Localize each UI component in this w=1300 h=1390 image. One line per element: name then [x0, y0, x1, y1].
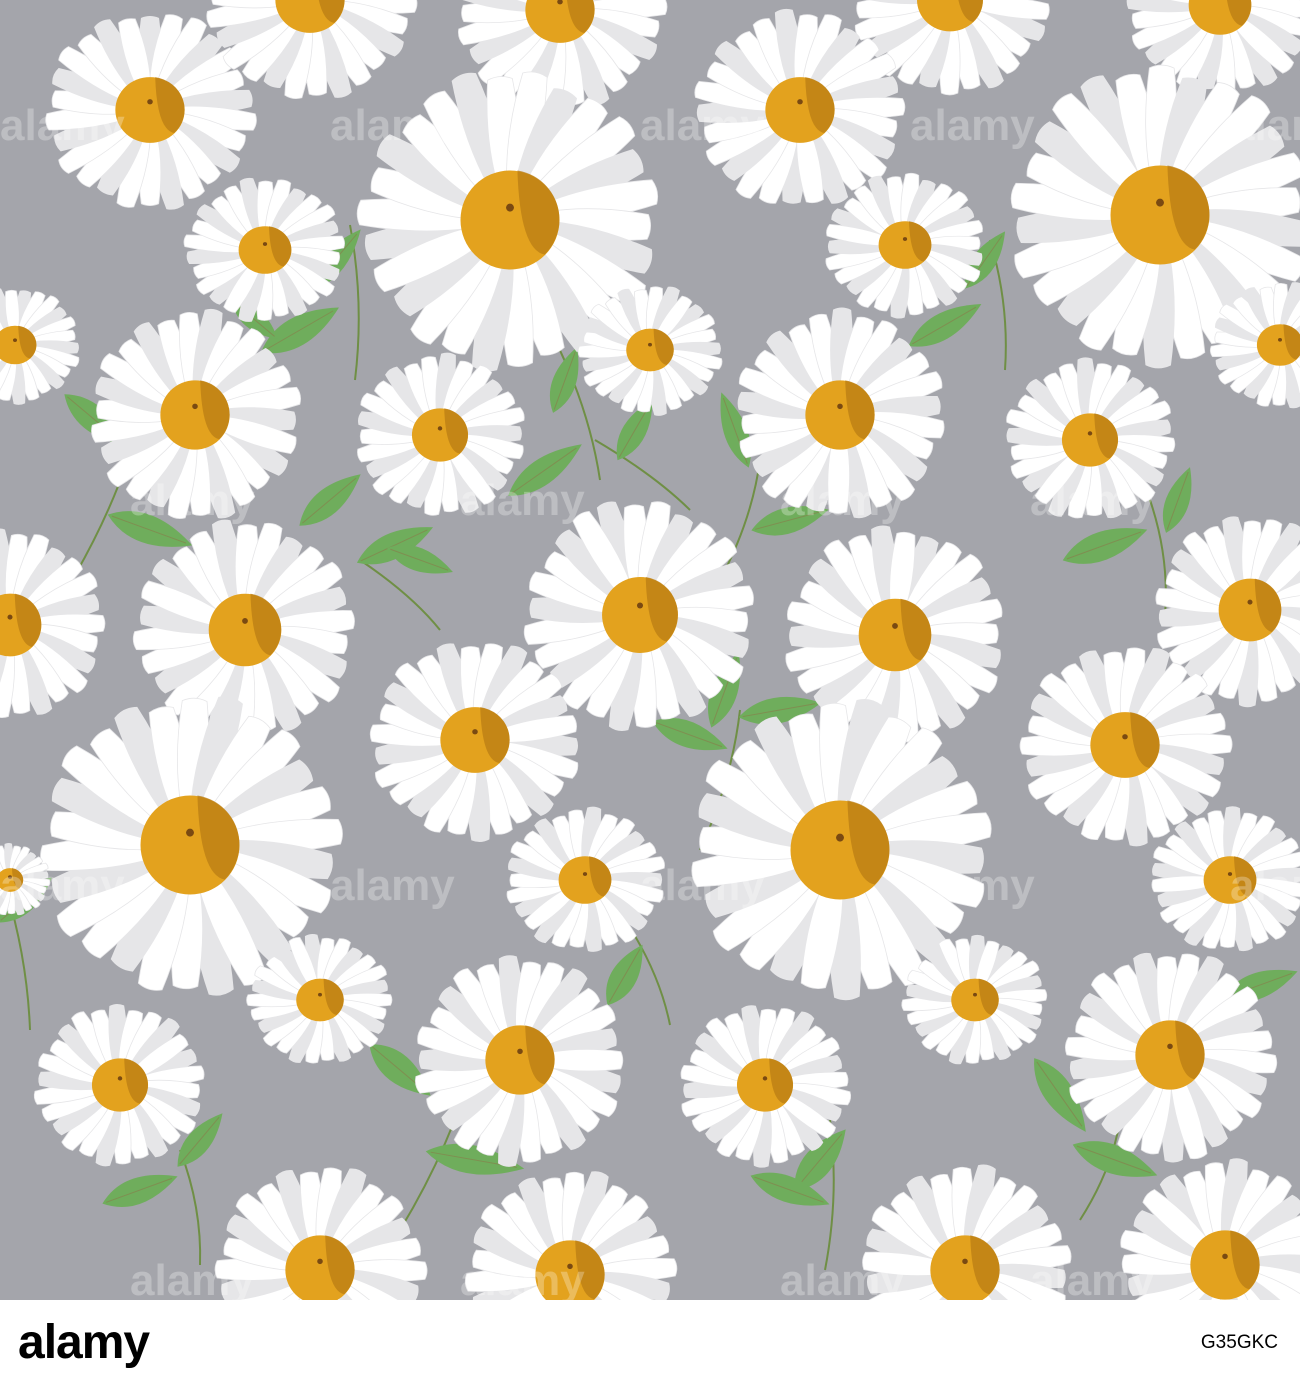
daisy-center-dot	[648, 342, 652, 347]
daisy-center-dot	[318, 992, 322, 997]
daisy-center-dot	[762, 1076, 768, 1081]
daisy-center-dot	[517, 1048, 523, 1055]
watermark-text: alamy	[0, 861, 125, 910]
daisy-center-dot	[1222, 1253, 1228, 1260]
watermark-text: alamy	[130, 1256, 255, 1300]
watermark-text: alamy	[640, 101, 765, 150]
watermark-text: alamy	[0, 101, 125, 150]
alamy-logo-text: alamy	[18, 1316, 150, 1369]
footer-bar: alamy G35GKC	[0, 1300, 1300, 1390]
daisy-center-dot	[837, 403, 843, 410]
daisy-center-dot	[1167, 1043, 1173, 1050]
daisy-center-dot	[506, 203, 514, 212]
daisy-center-dot	[147, 99, 153, 105]
watermark-text: alamy	[1030, 1256, 1155, 1300]
watermark-text: alamy	[330, 861, 455, 910]
daisy-center-dot	[902, 237, 908, 241]
daisy-center-dot	[117, 1076, 123, 1081]
daisy-center-dot	[636, 602, 644, 609]
daisy-pattern-svg: alamy alamy alamy alamy alamy alamy alamy alamy…	[0, 0, 1300, 1300]
daisy-center-dot	[192, 403, 198, 410]
watermark-text: alamy	[460, 1256, 585, 1300]
watermark-text: alamy	[1030, 476, 1155, 525]
daisy-center-dot	[973, 992, 977, 997]
watermark-text: alamy	[910, 101, 1035, 150]
alamy-logo: alamy	[18, 1316, 151, 1369]
daisy-center-dot	[1122, 734, 1128, 740]
daisy-center-dot	[1156, 198, 1164, 207]
daisy-center-dot	[437, 426, 443, 431]
daisy-center-dot	[1087, 431, 1093, 436]
daisy-center-dot	[13, 338, 17, 342]
daisy-center-dot	[1247, 599, 1253, 605]
daisy-center-dot	[242, 618, 248, 624]
daisy-center-dot	[892, 623, 898, 629]
watermark-text: alamy	[330, 101, 455, 150]
daisy-center-dot	[797, 99, 803, 105]
daisy-center-dot	[582, 872, 588, 876]
daisy-center-dot	[317, 1258, 323, 1265]
daisy-center-dot	[1278, 338, 1282, 342]
daisy-center-dot	[836, 833, 844, 842]
daisy-pattern-image: alamy alamy alamy alamy alamy alamy alamy alamy…	[0, 0, 1300, 1300]
watermark-text: alamy	[1230, 101, 1300, 150]
watermark-text: alamy	[1230, 861, 1300, 910]
watermark-text: alamy	[640, 861, 765, 910]
daisy-center-dot	[472, 729, 478, 735]
watermark-text: alamy	[780, 476, 905, 525]
watermark-text: alamy	[130, 476, 255, 525]
daisy-center-dot	[262, 242, 268, 246]
watermark-text: alamy	[460, 476, 585, 525]
watermark-text: alamy	[780, 1256, 905, 1300]
daisy-center-dot	[7, 614, 13, 620]
daisy-center-dot	[186, 828, 194, 837]
image-id-label: G35GKC	[1200, 1332, 1278, 1353]
watermark-text: alamy	[910, 861, 1035, 910]
daisy-center-dot	[962, 1258, 968, 1265]
